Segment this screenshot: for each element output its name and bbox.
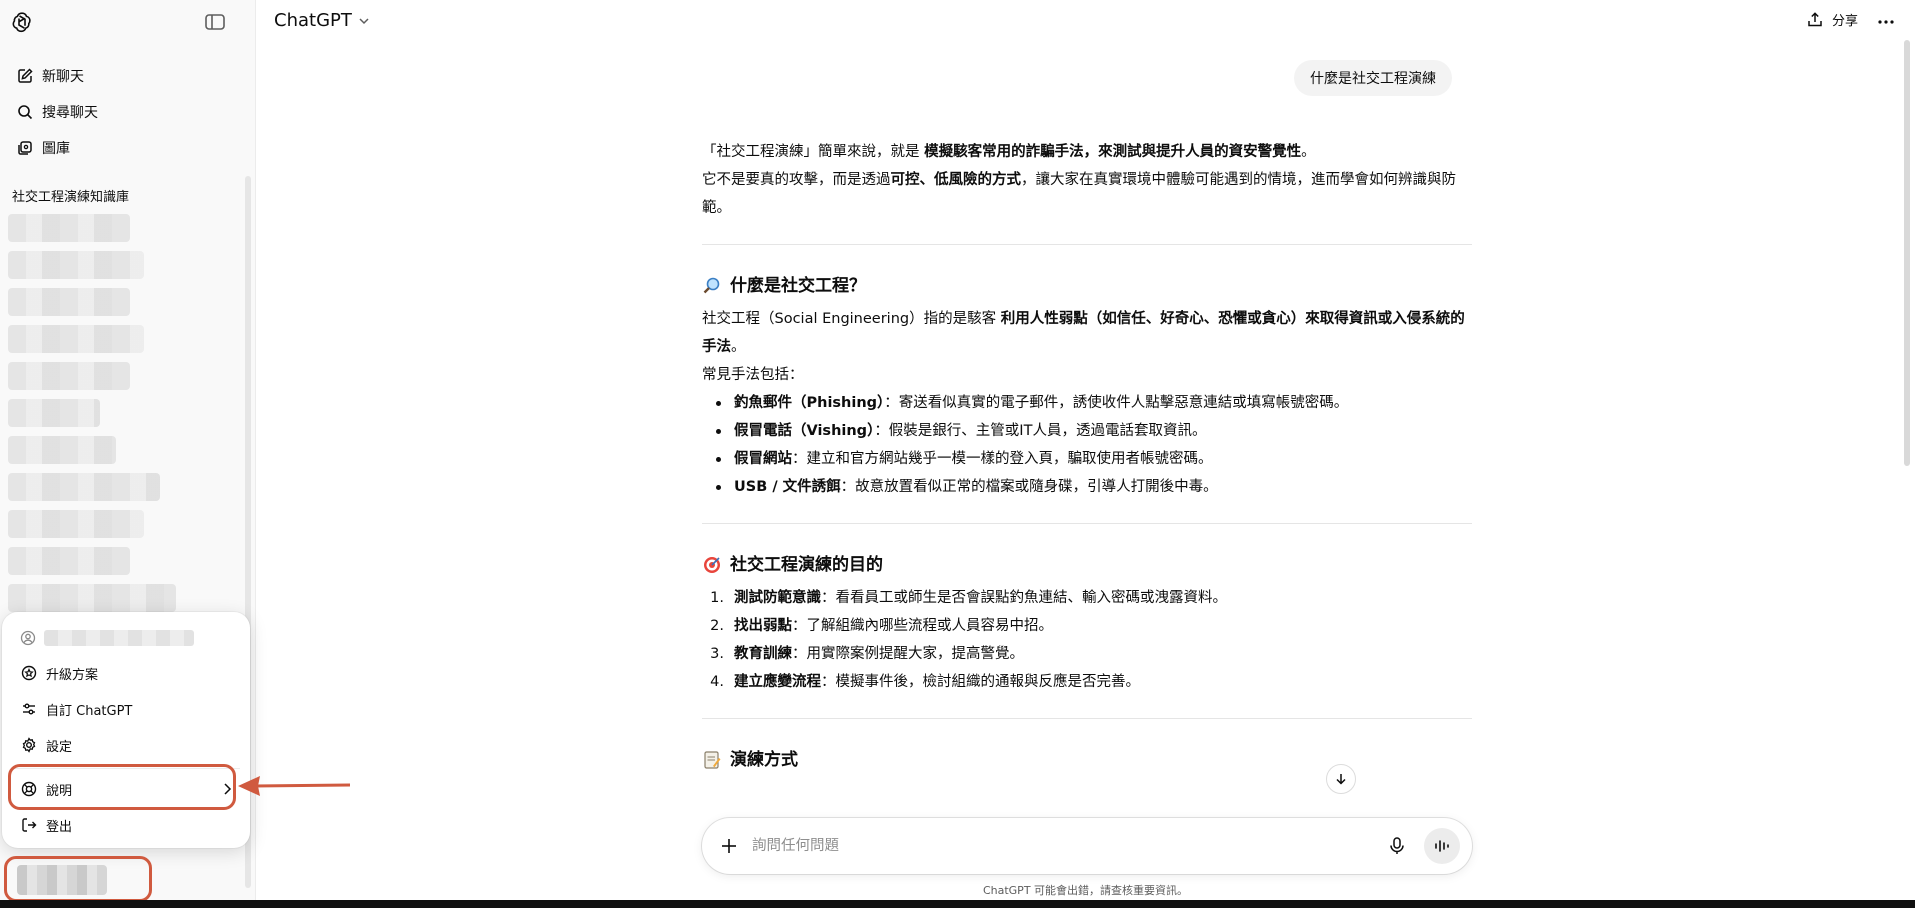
list-item: 4. 建立應變流程：模擬事件後，檢討組織的通報與反應是否完善。: [710, 674, 1140, 690]
taskbar-strip: [0, 900, 1915, 908]
help-highlight-box: [8, 764, 236, 810]
user-message: 什麼是社交工程演練: [1294, 60, 1452, 96]
divider: [702, 244, 1472, 245]
arrow-down-icon: [1336, 774, 1346, 785]
menu-item-settings[interactable]: 設定: [12, 728, 240, 762]
list-item: 釣魚郵件（Phishing）：寄送看似真實的電子郵件，誘使收件人點擊惡意連結或填…: [706, 389, 1472, 417]
share-icon: [1808, 11, 1822, 26]
openai-logo-icon[interactable]: [10, 10, 34, 34]
model-selector[interactable]: ChatGPT: [274, 10, 370, 31]
more-options-icon[interactable]: [1876, 12, 1896, 32]
chat-history-list: [8, 214, 176, 621]
share-button[interactable]: 分享: [1806, 10, 1858, 29]
chat-history-item[interactable]: [8, 436, 116, 464]
chat-history-item[interactable]: [8, 214, 130, 242]
chat-history-item[interactable]: [8, 251, 144, 279]
user-icon: [20, 630, 36, 646]
chevron-down-icon: [359, 17, 369, 24]
sidebar-header: [0, 0, 256, 44]
share-label: 分享: [1832, 14, 1859, 29]
model-name: ChatGPT: [274, 10, 352, 31]
menu-item-label: 設定: [46, 739, 73, 755]
intro-paragraph-1: 「社交工程演練」簡單來說，就是 模擬駭客常用的詐騙手法，來測試與提升人員的資安警…: [702, 144, 1316, 160]
menu-item-customize[interactable]: 自訂 ChatGPT: [12, 692, 240, 726]
list-item: 假冒電話（Vishing）：假裝是銀行、主管或IT人員，透過電話套取資訊。: [706, 417, 1472, 445]
main-panel: ChatGPT 分享 什麼是社交工程演練 「社交工程演練」簡單來說，就是 模擬駭…: [256, 0, 1915, 908]
divider: [702, 523, 1472, 524]
section-heading: 社交工程演練的目的: [702, 550, 1472, 580]
account-email: [20, 630, 194, 646]
list-item: 2. 找出弱點：了解組織內哪些流程或人員容易中招。: [710, 618, 1053, 634]
sidebar-item-new-chat[interactable]: 新聊天: [4, 58, 252, 94]
magnifier-emoji-icon: [703, 277, 720, 294]
chat-history-item[interactable]: [8, 362, 130, 390]
sidebar-nav: 新聊天 搜尋聊天 圖庫: [0, 58, 256, 166]
sidebar-item-label: 新聊天: [42, 69, 84, 85]
chat-history-item[interactable]: [8, 288, 130, 316]
app-window: 新聊天 搜尋聊天 圖庫 社交工程演練知識庫 升級方案 自訂 ChatGPT 設定…: [0, 0, 1915, 908]
menu-item-logout[interactable]: 登出: [12, 808, 240, 842]
list-item: USB / 文件誘餌：故意放置看似正常的檔案或隨身碟，引導人打開後中毒。: [706, 473, 1472, 501]
list-item: 1. 測試防範意識：看看員工或師生是否會誤點釣魚連結、輸入密碼或洩露資料。: [710, 590, 1227, 606]
section1-paragraph: 社交工程（Social Engineering）指的是駭客 利用人性弱點（如信任…: [702, 311, 1465, 355]
divider: [702, 718, 1472, 719]
list-item: 假冒網站：建立和官方網站幾乎一模一樣的登入頁，騙取使用者帳號密碼。: [706, 445, 1472, 473]
menu-item-upgrade[interactable]: 升級方案: [12, 656, 240, 690]
sidebar-section-title[interactable]: 社交工程演練知識庫: [12, 186, 129, 205]
methods-list: 釣魚郵件（Phishing）：寄送看似真實的電子郵件，誘使收件人點擊惡意連結或填…: [706, 389, 1472, 501]
disclaimer-text: ChatGPT 可能會出錯，請查核重要資訊。: [982, 884, 1189, 897]
chat-history-item[interactable]: [8, 325, 144, 353]
sidebar-item-library[interactable]: 圖庫: [4, 130, 252, 166]
gear-icon: [22, 737, 36, 753]
intro-paragraph-2: 它不是要真的攻擊，而是透過可控、低風險的方式，讓大家在真實環境中體驗可能遇到的情…: [702, 172, 1456, 216]
account-menu: 升級方案 自訂 ChatGPT 設定 說明 登出: [2, 612, 250, 848]
menu-item-label: 升級方案: [46, 667, 99, 683]
voice-mode-button[interactable]: [1424, 828, 1460, 864]
chat-history-item[interactable]: [8, 510, 144, 538]
composer: [702, 818, 1472, 874]
sidebar-toggle-icon[interactable]: [204, 12, 226, 32]
plus-icon[interactable]: [718, 835, 740, 857]
section-heading: 演練方式: [702, 745, 1472, 775]
list-item: 3. 教育訓練：用實際案例提醒大家，提高警覺。: [710, 646, 1024, 662]
menu-item-label: 自訂 ChatGPT: [46, 703, 133, 719]
search-icon: [18, 105, 33, 120]
menu-item-label: 登出: [46, 819, 73, 835]
customize-icon: [23, 703, 35, 715]
section-heading: 什麼是社交工程？: [702, 271, 1472, 301]
microphone-icon[interactable]: [1386, 835, 1408, 857]
library-icon: [18, 141, 32, 155]
email-redacted: [44, 630, 194, 646]
assistant-message: 「社交工程演練」簡單來說，就是 模擬駭客常用的詐騙手法，來測試與提升人員的資安警…: [702, 138, 1472, 779]
prompt-input[interactable]: [752, 832, 1312, 860]
section1-lead: 常見手法包括：: [702, 367, 804, 383]
sidebar-item-label: 圖庫: [42, 141, 70, 157]
chat-history-item[interactable]: [8, 584, 176, 612]
chat-history-item[interactable]: [8, 473, 160, 501]
chat-history-item[interactable]: [8, 547, 130, 575]
edit-icon: [18, 68, 33, 83]
sidebar-item-search-chat[interactable]: 搜尋聊天: [4, 94, 252, 130]
main-scrollbar[interactable]: [1904, 40, 1910, 466]
account-button-highlight[interactable]: [4, 856, 152, 902]
main-header: ChatGPT 分享: [256, 0, 1915, 44]
upgrade-icon: [21, 665, 37, 681]
target-emoji-icon: [704, 557, 720, 573]
avatar: [17, 865, 107, 895]
voice-wave-icon: [1435, 840, 1449, 852]
chat-history-item[interactable]: [8, 399, 100, 427]
logout-icon: [22, 818, 37, 832]
purpose-list: 1. 測試防範意識：看看員工或師生是否會誤點釣魚連結、輸入密碼或洩露資料。 2. 找…: [702, 584, 1472, 696]
scroll-down-button[interactable]: [1326, 764, 1356, 794]
memo-emoji-icon: [704, 751, 721, 769]
sidebar-item-label: 搜尋聊天: [42, 105, 98, 121]
